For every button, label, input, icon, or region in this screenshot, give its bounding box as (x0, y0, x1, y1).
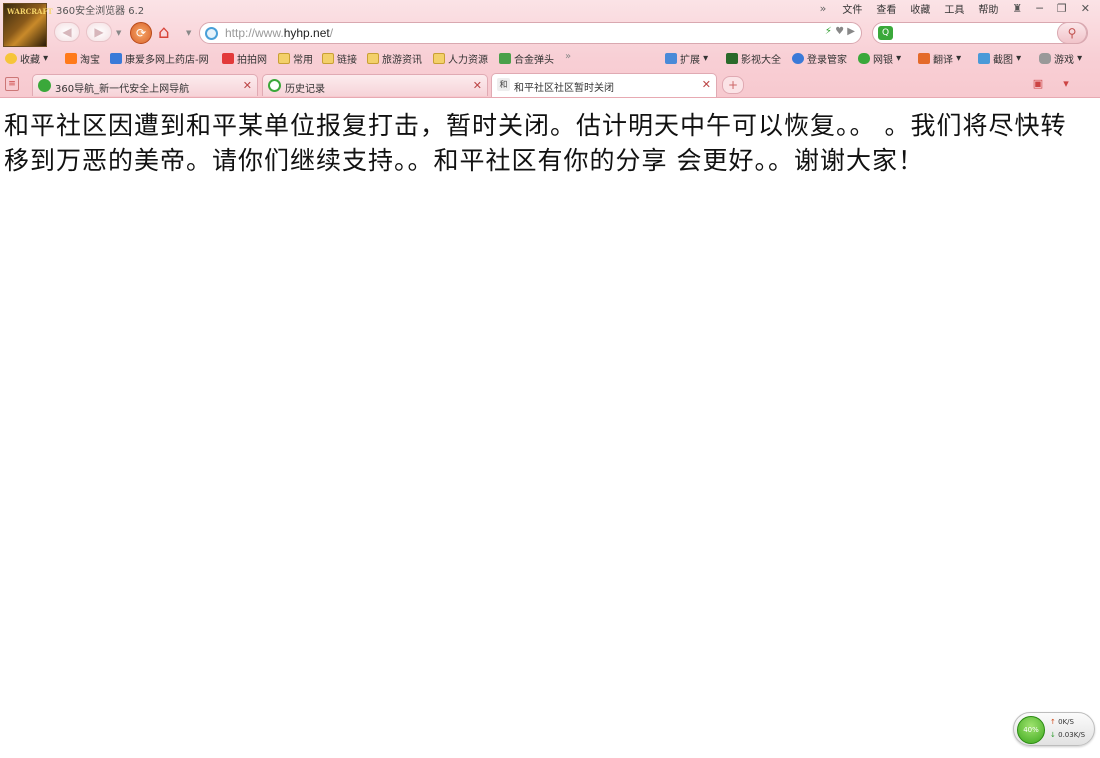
back-button[interactable]: ◀ (54, 22, 80, 42)
menu-view[interactable]: 查看 (876, 1, 896, 16)
folder-icon (367, 53, 379, 64)
toolbar-login-manager[interactable]: 登录管家 (792, 51, 847, 66)
bookmark-favorites[interactable]: 收藏 ▾ (5, 51, 48, 66)
speed-mode-icon[interactable]: ⚡ (825, 26, 832, 37)
forward-button[interactable]: ▶ (86, 22, 112, 42)
url-domain: hyhp.net (283, 26, 330, 40)
browser-chrome: WARCRAFT 360安全浏览器 6.2 » 文件 查看 收藏 工具 帮助 ♜… (0, 0, 1100, 98)
toolbar-games[interactable]: 游戏 ▾ (1039, 51, 1082, 66)
favorite-heart-icon[interactable]: ♥ (835, 26, 844, 37)
address-input[interactable]: http://www.hyhp.net/ (225, 26, 333, 40)
site-security-icon[interactable] (205, 27, 218, 40)
folder-icon (322, 53, 334, 64)
address-bar[interactable]: http://www.hyhp.net/ ⚡ ♥ ▶ (199, 22, 862, 44)
speed-percent-indicator: 40% (1017, 716, 1045, 744)
taobao-icon (65, 53, 77, 64)
film-icon (726, 53, 738, 64)
upload-arrow-icon: ↑ (1050, 718, 1056, 726)
tab-title: 360导航_新一代安全上网导航 (55, 84, 190, 95)
bookmark-folder-hr[interactable]: 人力资源 (433, 51, 488, 66)
star-icon (5, 53, 17, 64)
new-tab-button[interactable]: + (722, 76, 744, 94)
toolbar-video[interactable]: 影视大全 (726, 51, 781, 66)
refresh-button[interactable]: ⟳ (130, 22, 152, 44)
skin-icon[interactable]: ♜ (1012, 2, 1022, 15)
menu-help[interactable]: 帮助 (978, 1, 998, 16)
bookmark-taobao[interactable]: 淘宝 (65, 51, 100, 66)
bookmark-pharmacy[interactable]: 康爱多网上药店-网 (110, 51, 209, 66)
tab-title: 历史记录 (285, 84, 325, 95)
tab-360-navigation[interactable]: 360导航_新一代安全上网导航 ✕ (32, 74, 258, 96)
home-dropdown-icon[interactable]: ▼ (186, 29, 191, 37)
tab-restore-icon[interactable]: ▣ (1030, 76, 1046, 92)
bookmark-folder-common[interactable]: 常用 (278, 51, 313, 66)
upload-speed: ↑ 0K/S (1050, 718, 1074, 726)
close-tab-icon[interactable]: ✕ (473, 79, 482, 92)
shield-icon (858, 53, 870, 64)
toolbar-screenshot[interactable]: 截图 ▾ (978, 51, 1021, 66)
tab-strip: ≡ 360导航_新一代安全上网导航 ✕ 历史记录 ✕ 和 和平社区社区暂时关闭 … (0, 72, 1100, 98)
page-content: 和平社区因遭到和平某单位报复打击，暂时关闭。估计明天中午可以恢复。。 。我们将尽… (0, 100, 1100, 758)
download-arrow-icon: ↓ (1050, 731, 1056, 739)
key-icon (792, 53, 804, 64)
close-tab-icon[interactable]: ✕ (243, 79, 252, 92)
extensions-icon (665, 53, 677, 64)
user-avatar[interactable]: WARCRAFT (3, 3, 53, 47)
page-favicon-icon: 和 (497, 78, 510, 91)
pharmacy-icon (110, 53, 122, 64)
bookmark-paipai[interactable]: 拍拍网 (222, 51, 267, 66)
network-speed-widget[interactable]: 40% ↑ 0K/S ↓ 0.03K/S (1013, 712, 1095, 746)
app-title: 360安全浏览器 6.2 (56, 6, 145, 17)
menu-favorites[interactable]: 收藏 (910, 1, 930, 16)
folder-icon (433, 53, 445, 64)
folder-icon (278, 53, 290, 64)
bookmarks-bar: 收藏 ▾ 淘宝 康爱多网上药店-网 拍拍网 常用 链接 旅游资讯 人力资源 合金… (0, 48, 1100, 68)
toolbar-translate[interactable]: 翻译 ▾ (918, 51, 961, 66)
history-dropdown-icon[interactable]: ▼ (116, 29, 121, 37)
home-button[interactable]: ⌂ (158, 22, 182, 44)
address-tools: ⚡ ♥ ▶ (825, 26, 855, 37)
menu-file[interactable]: 文件 (842, 1, 862, 16)
bookmark-folder-links[interactable]: 链接 (322, 51, 357, 66)
clock-icon (268, 79, 281, 92)
close-window-icon[interactable]: ✕ (1081, 2, 1090, 15)
minimize-icon[interactable]: ─ (1036, 2, 1043, 15)
game-grid-icon (499, 53, 511, 64)
url-suffix: / (329, 26, 334, 40)
url-prefix: http://www. (225, 26, 284, 40)
paipai-icon (222, 53, 234, 64)
menu-more-icon[interactable]: » (820, 2, 827, 15)
bookmarks-more-icon[interactable]: » (565, 51, 571, 62)
tab-list-icon[interactable]: ▾ (1058, 76, 1074, 92)
bookmark-metal-slug[interactable]: 合金弹头 (499, 51, 554, 66)
360-logo-icon (38, 79, 51, 92)
toolbar-bank[interactable]: 网银 ▾ (858, 51, 901, 66)
sidebar-toggle-icon[interactable]: ≡ (5, 77, 19, 91)
search-bar[interactable]: Q ⚲ (872, 22, 1088, 44)
screenshot-icon (978, 53, 990, 64)
tab-history[interactable]: 历史记录 ✕ (262, 74, 488, 96)
closure-notice: 和平社区因遭到和平某单位报复打击，暂时关闭。估计明天中午可以恢复。。 。我们将尽… (4, 111, 1067, 175)
tab-active-page[interactable]: 和 和平社区社区暂时关闭 ✕ (491, 73, 717, 97)
search-engine-icon[interactable]: Q (878, 26, 893, 40)
tab-title: 和平社区社区暂时关闭 (514, 83, 614, 94)
translate-icon (918, 53, 930, 64)
close-tab-icon[interactable]: ✕ (702, 78, 711, 91)
gamepad-icon (1039, 53, 1051, 64)
search-button[interactable]: ⚲ (1057, 22, 1087, 44)
bookmark-folder-travel[interactable]: 旅游资讯 (367, 51, 422, 66)
top-menu: » 文件 查看 收藏 工具 帮助 ♜ ─ ❐ ✕ (820, 0, 1090, 16)
download-speed: ↓ 0.03K/S (1050, 731, 1086, 739)
restore-icon[interactable]: ❐ (1057, 2, 1067, 15)
go-arrow-icon[interactable]: ▶ (847, 26, 855, 37)
menu-tools[interactable]: 工具 (944, 1, 964, 16)
toolbar-extensions[interactable]: 扩展 ▾ (665, 51, 708, 66)
